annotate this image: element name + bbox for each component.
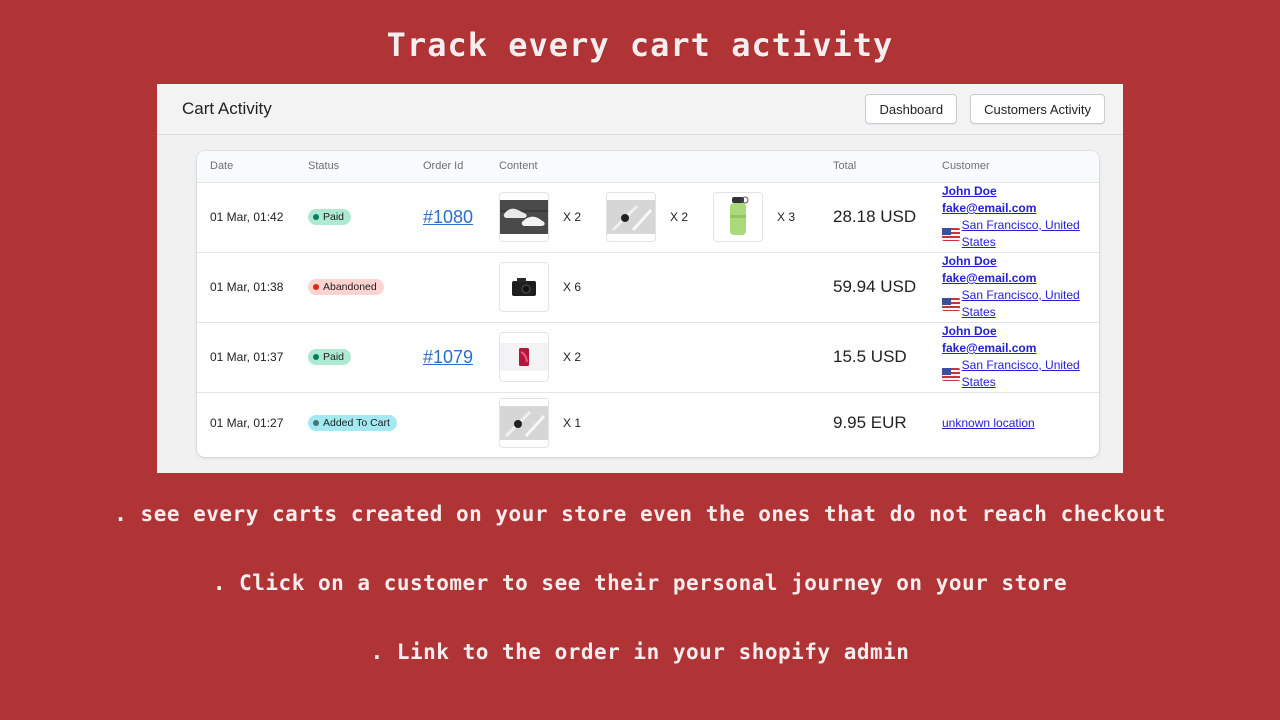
page-title: Cart Activity [182, 99, 272, 118]
dashboard-button[interactable]: Dashboard [865, 94, 958, 124]
column-header-order-id: Order Id [410, 151, 486, 183]
item-quantity: X 3 [777, 210, 796, 224]
status-badge: Abandoned [308, 279, 384, 295]
table-row: 01 Mar, 01:37 Paid #1079 X 2 15.5 USD Jo… [197, 322, 1099, 392]
status-dot-icon [313, 354, 319, 360]
cart-content: X 2 [499, 332, 820, 382]
location-label: San Francisco, United States [961, 218, 1080, 249]
row-date: 01 Mar, 01:38 [210, 280, 284, 294]
customer-location-link[interactable]: San Francisco, United States [942, 287, 1099, 321]
cart-content: X 2 X 2 X 3 [499, 192, 820, 242]
cart-content: X 1 [499, 398, 820, 449]
customer-info: John Doe fake@email.com San Francisco, U… [942, 183, 1099, 251]
row-date: 01 Mar, 01:42 [210, 210, 284, 224]
feature-bullet-customer-journey: . Click on a customer to see their perso… [212, 571, 1068, 595]
item-quantity: X 2 [563, 350, 582, 364]
customer-name-link[interactable]: John Doe [942, 323, 1099, 340]
us-flag-icon [942, 227, 960, 241]
status-label: Paid [323, 351, 345, 363]
headline: Track every cart activity [386, 26, 894, 64]
order-id-empty [410, 392, 486, 454]
row-total: 15.5 USD [833, 347, 907, 366]
column-header-content: Content [486, 151, 820, 183]
feature-bullet-order-link: . Link to the order in your shopify admi… [370, 640, 910, 664]
location-label: San Francisco, United States [961, 288, 1080, 319]
status-dot-icon [313, 420, 319, 427]
item-quantity: X 6 [563, 280, 582, 294]
unknown-location-link[interactable]: unknown location [942, 415, 1099, 432]
customer-email-link[interactable]: fake@email.com [942, 270, 1099, 287]
table-row: 01 Mar, 01:27 Added To Cart X 1 9.95 EUR [197, 392, 1099, 454]
status-badge: Paid [308, 209, 352, 225]
table-header-row: Date Status Order Id Content Total Custo… [197, 151, 1099, 183]
product-thumbnail-camera [499, 262, 549, 312]
table-row: 01 Mar, 01:42 Paid #1080 X 2 X 2 X 3 28.… [197, 182, 1099, 252]
customer-email-link[interactable]: fake@email.com [942, 340, 1099, 357]
camera-icon [512, 278, 536, 296]
water-bottle-icon [730, 196, 749, 235]
customer-email-link[interactable]: fake@email.com [942, 200, 1099, 217]
row-total: 9.95 EUR [833, 413, 907, 433]
customer-location-link[interactable]: San Francisco, United States [942, 357, 1099, 391]
cart-content: X 6 [499, 262, 820, 312]
item-quantity: X 2 [563, 210, 582, 224]
status-badge: Added To Cart [308, 415, 397, 432]
order-id-empty [410, 252, 486, 322]
item-quantity: X 2 [670, 210, 689, 224]
cart-activity-table-card: Date Status Order Id Content Total Custo… [197, 151, 1099, 457]
us-flag-icon [942, 297, 960, 311]
smartwatch-icon [500, 406, 548, 441]
column-header-date: Date [197, 151, 295, 183]
row-date: 01 Mar, 01:27 [210, 416, 284, 431]
status-label: Abandoned [323, 281, 377, 293]
panel-header: Cart Activity Dashboard Customers Activi… [157, 84, 1123, 135]
column-header-customer: Customer [929, 151, 1099, 183]
customer-info: unknown location [942, 415, 1099, 432]
order-link[interactable]: #1079 [423, 347, 473, 367]
product-thumbnail-sneakers [499, 192, 549, 242]
customer-info: John Doe fake@email.com San Francisco, U… [942, 253, 1099, 321]
product-thumbnail-smartwatch [606, 192, 656, 242]
cart-activity-table: Date Status Order Id Content Total Custo… [197, 151, 1099, 454]
feature-bullet-carts: . see every carts created on your store … [114, 502, 1166, 526]
status-dot-icon [313, 284, 319, 290]
product-thumbnail-phone [499, 332, 549, 382]
status-label: Paid [323, 211, 345, 223]
phone-icon [500, 343, 548, 371]
table-row: 01 Mar, 01:38 Abandoned X 6 59.94 USD Jo… [197, 252, 1099, 322]
location-label: San Francisco, United States [961, 358, 1080, 389]
customer-location-link[interactable]: San Francisco, United States [942, 217, 1099, 251]
column-header-status: Status [295, 151, 410, 183]
smartwatch-icon [607, 200, 655, 234]
us-flag-icon [942, 367, 960, 381]
item-quantity: X 1 [563, 416, 582, 431]
status-badge: Paid [308, 349, 352, 365]
row-total: 59.94 USD [833, 277, 917, 296]
column-header-total: Total [820, 151, 929, 183]
customer-info: John Doe fake@email.com San Francisco, U… [942, 323, 1099, 391]
sneakers-icon [500, 200, 548, 234]
product-thumbnail-smartwatch [499, 398, 549, 449]
cart-activity-panel: Cart Activity Dashboard Customers Activi… [157, 84, 1123, 473]
product-thumbnail-water-bottle [713, 192, 763, 242]
status-label: Added To Cart [323, 417, 390, 430]
customer-name-link[interactable]: John Doe [942, 253, 1099, 270]
customer-name-link[interactable]: John Doe [942, 183, 1099, 200]
status-dot-icon [313, 214, 319, 220]
customers-activity-button[interactable]: Customers Activity [970, 94, 1105, 124]
row-date: 01 Mar, 01:37 [210, 350, 284, 364]
order-link[interactable]: #1080 [423, 207, 473, 227]
row-total: 28.18 USD [833, 207, 917, 226]
